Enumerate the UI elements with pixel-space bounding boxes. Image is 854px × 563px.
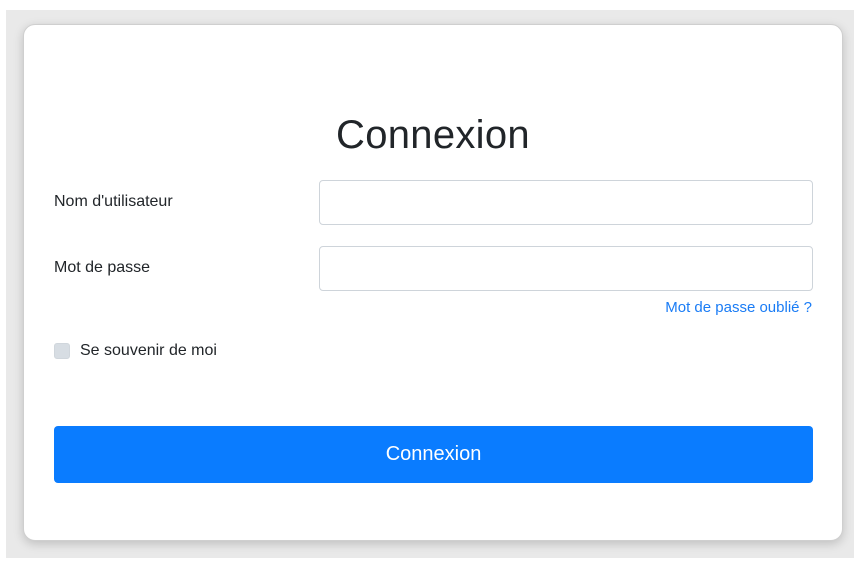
page-title: Connexion — [336, 113, 530, 157]
remember-me-label: Se souvenir de moi — [80, 342, 217, 359]
login-card: Connexion Nom d'utilisateur Mot de passe… — [23, 24, 843, 541]
password-input[interactable] — [319, 246, 813, 291]
checkbox-box[interactable] — [54, 343, 70, 359]
forgot-password-link[interactable]: Mot de passe oublié ? — [665, 299, 812, 316]
username-label: Nom d'utilisateur — [54, 193, 173, 210]
remember-me-checkbox[interactable]: Se souvenir de moi — [54, 342, 217, 360]
password-label: Mot de passe — [54, 259, 151, 276]
username-input[interactable] — [319, 180, 813, 225]
login-button[interactable]: Connexion — [54, 426, 813, 483]
